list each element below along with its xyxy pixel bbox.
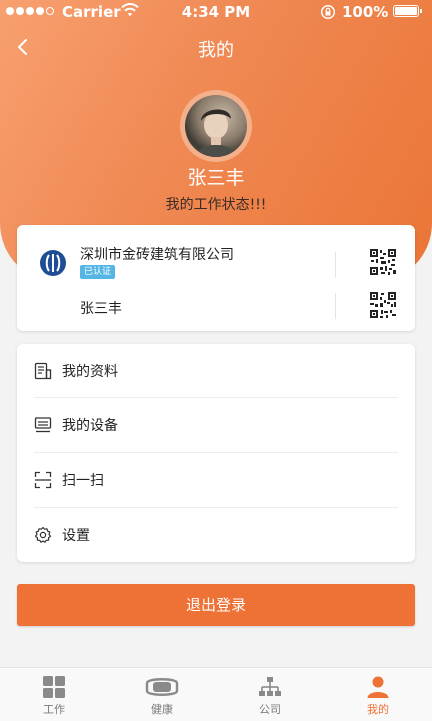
menu-item-my-devices[interactable]: 我的设备 xyxy=(17,398,415,452)
personal-qr-code-icon[interactable] xyxy=(369,291,397,319)
avatar-photo xyxy=(185,95,247,157)
profile-document-icon xyxy=(34,362,52,380)
menu-item-label: 扫一扫 xyxy=(62,473,104,489)
tab-label: 我的 xyxy=(367,703,389,716)
tab-label: 工作 xyxy=(43,703,65,716)
menu-item-label: 我的资料 xyxy=(62,364,118,380)
page-title: 我的 xyxy=(198,40,234,61)
battery-percentage: 100% xyxy=(342,3,389,21)
rotation-lock-icon xyxy=(320,4,336,20)
divider xyxy=(335,252,336,278)
org-chart-icon xyxy=(259,677,281,696)
menu-item-my-profile[interactable]: 我的资料 xyxy=(17,344,415,398)
tab-label: 公司 xyxy=(259,703,281,716)
company-name: 深圳市金砖建筑有限公司 xyxy=(80,247,234,263)
tab-me[interactable]: 我的 xyxy=(324,668,432,721)
verified-badge: 已认证 xyxy=(80,265,116,279)
menu-list: 我的资料 我的设备 扫一扫 设置 xyxy=(17,344,415,562)
scan-icon xyxy=(34,471,52,489)
tab-work[interactable]: 工作 xyxy=(0,668,108,721)
gear-icon xyxy=(34,526,52,543)
user-status-text: 我的工作状态!!! xyxy=(165,197,267,213)
tab-health[interactable]: 健康 xyxy=(108,668,216,721)
avatar[interactable] xyxy=(180,90,252,162)
navigation-bar: 我的 xyxy=(0,30,432,66)
logout-button[interactable]: 退出登录 xyxy=(17,584,415,626)
menu-item-label: 我的设备 xyxy=(62,418,118,434)
company-qr-code-icon[interactable] xyxy=(369,248,397,276)
menu-item-label: 设置 xyxy=(62,528,90,544)
battery-icon xyxy=(393,5,422,17)
tab-bar: 工作 健康 公司 我的 xyxy=(0,667,432,721)
device-icon xyxy=(34,417,52,433)
grid-icon xyxy=(43,676,65,698)
health-band-icon xyxy=(145,678,179,696)
status-bar: Carrier 4:34 PM 100% xyxy=(0,0,432,24)
tab-label: 健康 xyxy=(151,703,173,716)
person-photo-icon xyxy=(195,109,237,157)
company-card: 深圳市金砖建筑有限公司 已认证 张三丰 xyxy=(17,225,415,331)
company-logo xyxy=(40,250,66,276)
person-icon xyxy=(367,676,389,698)
user-name: 张三丰 xyxy=(187,167,245,189)
menu-item-settings[interactable]: 设置 xyxy=(17,508,415,562)
member-name: 张三丰 xyxy=(80,301,122,317)
menu-item-scan[interactable]: 扫一扫 xyxy=(17,453,415,507)
divider xyxy=(335,293,336,319)
tab-company[interactable]: 公司 xyxy=(216,668,324,721)
